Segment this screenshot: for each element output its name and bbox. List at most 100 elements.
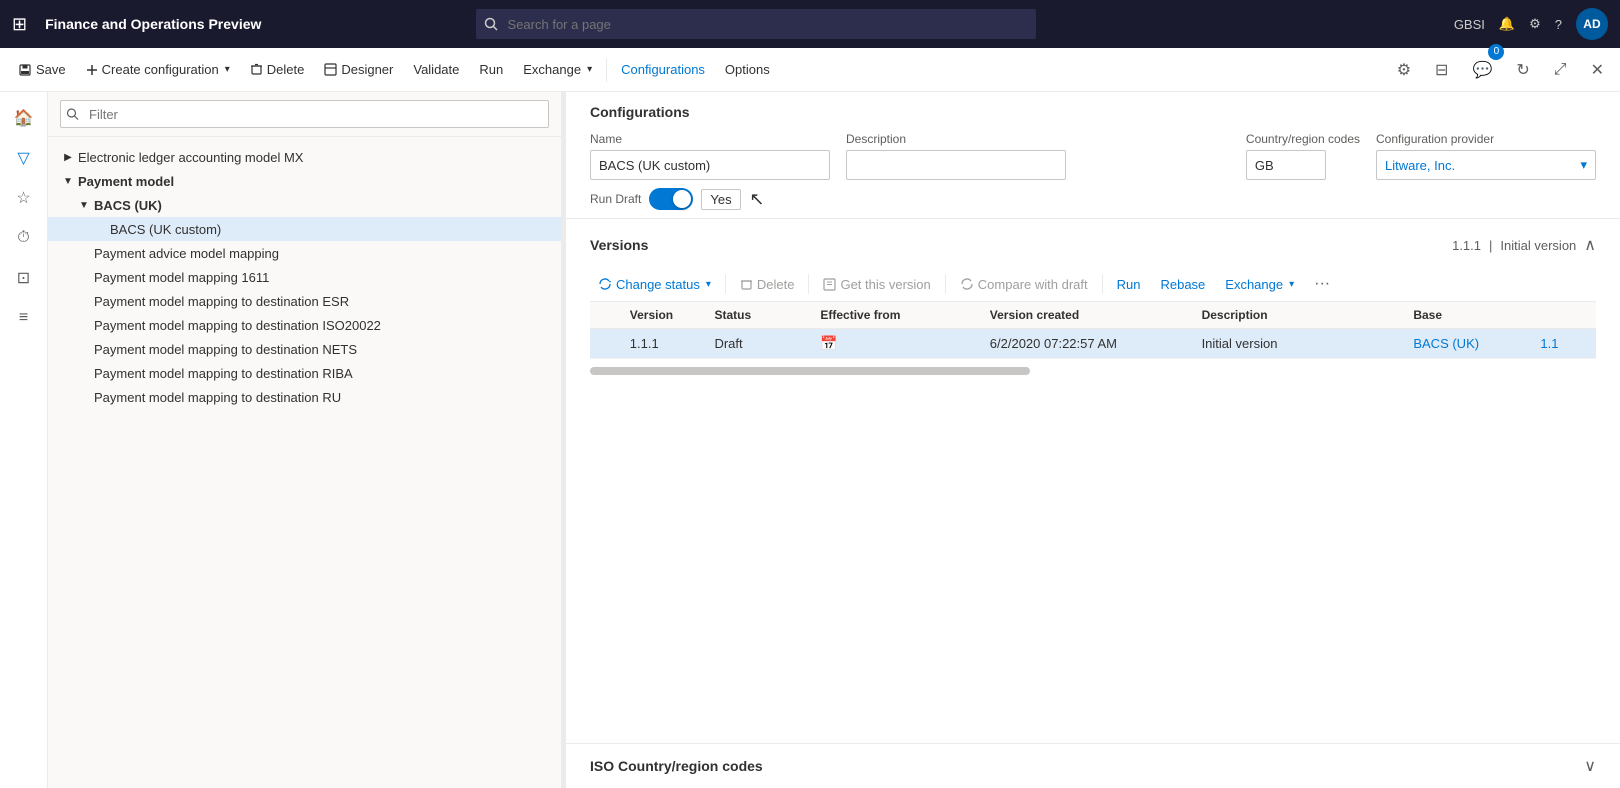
tree-toggle-payment-model[interactable]: ▼	[60, 173, 76, 189]
filter-icon-btn[interactable]: ⚙	[1389, 48, 1419, 92]
tree-item-payment-model[interactable]: ▼ Payment model	[48, 169, 561, 193]
nav-recent-icon[interactable]: ⏱	[6, 220, 42, 256]
designer-button[interactable]: Designer	[314, 48, 403, 92]
save-button[interactable]: Save	[8, 48, 76, 92]
description-field: Description	[846, 132, 1230, 180]
nav-home-icon[interactable]: 🏠	[6, 100, 42, 136]
row-effective: 📅	[812, 329, 981, 359]
tree-item-payment-advice[interactable]: ▶ Payment advice model mapping	[48, 241, 561, 265]
versions-toolbar: Change status ▾ Delete	[590, 267, 1596, 302]
country-value: GB	[1246, 150, 1326, 180]
iso-title: ISO Country/region codes	[590, 758, 763, 774]
exchange-chevron: ▾	[587, 64, 592, 75]
h-scrollbar[interactable]	[590, 367, 1030, 375]
settings-icon[interactable]: ⚙	[1529, 16, 1541, 32]
validate-button[interactable]: Validate	[403, 48, 469, 92]
tree-item-mapping-riba[interactable]: ▶ Payment model mapping to destination R…	[48, 361, 561, 385]
change-status-btn[interactable]: Change status ▾	[590, 273, 719, 296]
get-this-version-btn[interactable]: Get this version	[815, 273, 938, 296]
plus-icon	[86, 64, 98, 76]
tree-toggle-bacs-uk[interactable]: ▼	[76, 197, 92, 213]
name-field: Name	[590, 132, 830, 180]
delete-button[interactable]: Delete	[240, 48, 315, 92]
toolbar-right: ⚙ ⊟ 💬 0 ↻ ⤢ ✕	[1389, 48, 1612, 92]
refresh-icon-btn[interactable]: ↻	[1508, 48, 1537, 92]
calendar-icon[interactable]: 📅	[820, 335, 837, 351]
notification-icon[interactable]: 🔔	[1499, 16, 1515, 32]
v-exchange-chevron: ▾	[1289, 279, 1294, 290]
description-input[interactable]	[846, 150, 1066, 180]
filter-wrapper	[60, 100, 549, 128]
tree-item-mapping-esr[interactable]: ▶ Payment model mapping to destination E…	[48, 289, 561, 313]
iso-section: ISO Country/region codes ∨	[566, 743, 1620, 788]
compare-with-draft-btn[interactable]: Compare with draft	[952, 273, 1096, 296]
tree-item-electronic-ledger[interactable]: ▶ Electronic ledger accounting model MX	[48, 145, 561, 169]
avatar[interactable]: AD	[1576, 8, 1608, 40]
row-basever[interactable]: 1.1	[1532, 329, 1596, 359]
provider-field: Configuration provider Litware, Inc. ▾	[1376, 132, 1596, 180]
toggle-knob	[673, 190, 691, 208]
tree-item-mapping-1611[interactable]: ▶ Payment model mapping 1611	[48, 265, 561, 289]
compare-icon	[960, 277, 974, 291]
row-created: 6/2/2020 07:22:57 AM	[982, 329, 1194, 359]
v-delete-btn[interactable]: Delete	[732, 273, 803, 296]
tree-item-mapping-iso20022[interactable]: ▶ Payment model mapping to destination I…	[48, 313, 561, 337]
nav-star-icon[interactable]: ☆	[6, 180, 42, 216]
refresh-small-icon	[598, 277, 612, 291]
v-run-btn[interactable]: Run	[1109, 273, 1149, 296]
close-btn[interactable]: ✕	[1583, 48, 1612, 92]
configurations-tab[interactable]: Configurations	[611, 48, 715, 92]
more-btn[interactable]: ···	[1306, 271, 1338, 297]
save-icon	[18, 63, 32, 77]
col-header-status: Status	[706, 302, 812, 329]
help-icon[interactable]: ?	[1555, 17, 1562, 32]
sidebar-icons: 🏠 ▽ ☆ ⏱ ⊡ ≡	[0, 92, 48, 788]
collapse-versions-btn[interactable]: ∧	[1584, 235, 1596, 255]
col-header-effective: Effective from	[812, 302, 981, 329]
tree-filter-input[interactable]	[60, 100, 549, 128]
version-label: Initial version	[1500, 238, 1576, 253]
tree-filter-area	[48, 92, 561, 137]
row-status: Draft	[706, 329, 812, 359]
versions-meta: 1.1.1 | Initial version ∧	[1452, 235, 1596, 255]
row-r	[590, 329, 622, 359]
run-button[interactable]: Run	[469, 48, 513, 92]
exchange-button[interactable]: Exchange ▾	[513, 48, 602, 92]
cursor-indicator: ↖	[749, 189, 764, 210]
open-new-window-btn[interactable]: ⤢	[1546, 48, 1575, 92]
filter-search-icon	[66, 108, 79, 121]
tree-toggle-electronic[interactable]: ▶	[60, 149, 76, 165]
tree-item-bacs-uk-custom[interactable]: ▶ BACS (UK custom)	[48, 217, 561, 241]
provider-select[interactable]: Litware, Inc. ▾	[1376, 150, 1596, 180]
main-layout: 🏠 ▽ ☆ ⏱ ⊡ ≡ ▶ Electronic ledger accounti…	[0, 92, 1620, 788]
content-area: Configurations Name Description Country/…	[566, 92, 1620, 788]
description-label: Description	[846, 132, 1230, 146]
table-row[interactable]: 1.1.1 Draft 📅 6/2/2020 07:22:57 AM Initi…	[590, 329, 1596, 359]
waffle-menu-icon[interactable]: ⊞	[12, 14, 27, 35]
versions-table-header: Version Status Effective from Version cr…	[590, 302, 1596, 329]
personalize-icon-btn[interactable]: ⊟	[1427, 48, 1456, 92]
nav-workspace-icon[interactable]: ⊡	[6, 260, 42, 296]
run-draft-toggle[interactable]	[649, 188, 693, 210]
search-input[interactable]	[476, 9, 1036, 39]
tree-item-bacs-uk[interactable]: ▼ BACS (UK)	[48, 193, 561, 217]
app-title: Finance and Operations Preview	[45, 16, 261, 32]
options-tab[interactable]: Options	[715, 48, 780, 92]
row-base[interactable]: BACS (UK)	[1405, 329, 1532, 359]
v-exchange-btn[interactable]: Exchange ▾	[1217, 273, 1302, 296]
versions-header: Versions 1.1.1 | Initial version ∧	[590, 235, 1596, 255]
rebase-btn[interactable]: Rebase	[1152, 273, 1213, 296]
nav-modules-icon[interactable]: ≡	[6, 300, 42, 336]
col-header-base: Base	[1405, 302, 1532, 329]
name-input[interactable]	[590, 150, 830, 180]
run-draft-value: Yes	[701, 189, 741, 210]
create-config-button[interactable]: Create configuration ▾	[76, 48, 240, 92]
col-header-desc: Description	[1194, 302, 1406, 329]
refresh-icon-wrapper: ⊟	[1427, 48, 1456, 92]
row-version: 1.1.1	[622, 329, 707, 359]
tree-item-mapping-ru[interactable]: ▶ Payment model mapping to destination R…	[48, 385, 561, 409]
h-scroll-area	[590, 359, 1596, 379]
tree-item-mapping-nets[interactable]: ▶ Payment model mapping to destination N…	[48, 337, 561, 361]
iso-expand-btn[interactable]: ∨	[1584, 756, 1596, 776]
nav-filter-icon[interactable]: ▽	[6, 140, 42, 176]
